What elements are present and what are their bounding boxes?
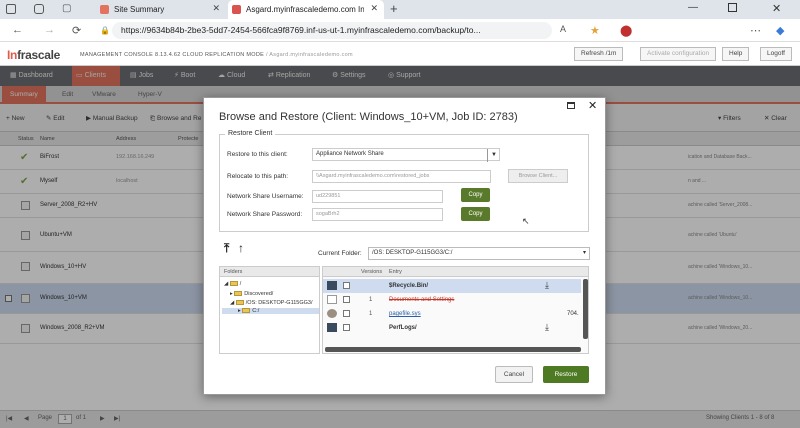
close-tab-icon[interactable]: ✕ bbox=[212, 3, 220, 14]
profile-icon[interactable] bbox=[6, 4, 16, 14]
maximize-icon[interactable] bbox=[567, 102, 575, 109]
file-checkbox[interactable] bbox=[343, 282, 350, 289]
file-row[interactable]: 1 pagefile.sys 704. bbox=[323, 307, 581, 321]
collections-icon[interactable] bbox=[34, 4, 44, 14]
folder-icon bbox=[242, 308, 251, 314]
copilot-icon[interactable]: ◆ bbox=[776, 24, 784, 37]
refresh-button[interactable]: Refresh /1m bbox=[574, 47, 624, 61]
restore-window-icon[interactable] bbox=[728, 3, 737, 12]
col-versions[interactable]: Versions bbox=[361, 269, 382, 275]
chevron-down-icon[interactable]: ▼ bbox=[487, 149, 500, 162]
forward-icon[interactable]: → bbox=[44, 24, 55, 36]
extension-icon[interactable]: ⬤ bbox=[620, 24, 632, 37]
console-info: MANAGEMENT CONSOLE 8.13.4.62 CLOUD REPLI… bbox=[80, 52, 353, 58]
file-checkbox[interactable] bbox=[343, 310, 350, 317]
folders-header: Folders bbox=[220, 267, 319, 277]
lock-icon: 🔒 bbox=[100, 26, 110, 35]
file-icon bbox=[327, 295, 337, 304]
copy-password-button[interactable]: Copy bbox=[461, 207, 490, 221]
file-row[interactable]: 1 Documents and Settings bbox=[323, 293, 581, 307]
folder-icon bbox=[229, 281, 238, 287]
vertical-scrollbar[interactable] bbox=[583, 279, 588, 339]
restore-button[interactable]: Restore bbox=[543, 366, 589, 383]
tree-node-c-drive[interactable]: ▸ C:/ bbox=[222, 308, 319, 314]
go-up-icon[interactable]: ↑ bbox=[238, 241, 244, 255]
tab-actions-icon[interactable]: ▢ bbox=[62, 3, 71, 14]
relocate-label: Relocate to this path: bbox=[227, 173, 289, 180]
password-field[interactable]: sogaBrh2 bbox=[312, 208, 443, 221]
go-top-icon[interactable]: ⤒ bbox=[224, 241, 229, 256]
address-bar-row: ← → ⟳ 🔒 https://9634b84b-2be3-5dd7-2454-… bbox=[0, 19, 800, 42]
browser-tab-bar: ▢ Site Summary ✕ Asgard.myinfrascalede​m… bbox=[0, 0, 800, 19]
system-file-icon bbox=[327, 309, 337, 318]
site-favicon-icon bbox=[232, 5, 241, 14]
browse-restore-dialog: Browse and Restore (Client: Windows_10+V… bbox=[203, 97, 606, 395]
browse-client-button[interactable]: Browse Client... bbox=[508, 169, 568, 183]
username-label: Network Share Username: bbox=[227, 193, 304, 200]
favorite-star-icon[interactable]: ★ bbox=[590, 24, 600, 37]
dialog-title: Browse and Restore (Client: Windows_10+V… bbox=[219, 111, 518, 123]
logoff-button[interactable]: Logoff bbox=[760, 47, 792, 61]
activate-configuration-button[interactable]: Activate configuration bbox=[640, 47, 717, 61]
horizontal-scrollbar[interactable] bbox=[325, 347, 581, 352]
files-header: Versions Entry bbox=[323, 267, 588, 277]
folder-dark-icon bbox=[327, 323, 337, 332]
col-entry[interactable]: Entry bbox=[389, 269, 402, 275]
close-icon[interactable]: ✕ bbox=[588, 99, 597, 112]
current-folder-select[interactable]: /OS: DESKTOP-G115GG3/C:/ ▾ bbox=[368, 247, 590, 260]
close-tab-icon[interactable]: ✕ bbox=[370, 3, 378, 14]
chevron-down-icon[interactable]: ▾ bbox=[583, 248, 586, 259]
restore-to-label: Restore to this client: bbox=[227, 151, 288, 158]
infrascale-logo: Infrascale bbox=[7, 48, 61, 62]
current-folder-label: Current Folder: bbox=[318, 250, 362, 257]
password-label: Network Share Password: bbox=[227, 211, 303, 218]
file-row[interactable]: PerfLogs/ ⤓ bbox=[323, 321, 581, 335]
download-icon[interactable]: ⤓ bbox=[545, 322, 549, 333]
minimize-window-icon[interactable]: — bbox=[688, 2, 698, 13]
copy-username-button[interactable]: Copy bbox=[461, 188, 490, 202]
tab-asgard[interactable]: Asgard.myinfrascalede​mo.com Inf... ✕ bbox=[228, 0, 384, 19]
username-field[interactable]: ud229851 bbox=[312, 190, 443, 203]
read-aloud-icon[interactable]: A bbox=[560, 24, 566, 34]
relocate-path-field[interactable]: \\Asgard.myinfrascaledemo.com\restored_j… bbox=[312, 170, 491, 183]
folder-dark-icon bbox=[327, 281, 337, 290]
help-button[interactable]: Help bbox=[722, 47, 750, 61]
browser-menu-icon[interactable]: ⋯ bbox=[750, 24, 761, 37]
mouse-cursor-icon: ↖ bbox=[522, 216, 530, 226]
file-checkbox[interactable] bbox=[343, 324, 350, 331]
folder-icon bbox=[234, 291, 243, 297]
close-window-icon[interactable]: ✕ bbox=[772, 2, 781, 15]
tree-node-os-desktop[interactable]: ◢ /OS: DESKTOP-G115GG3/ bbox=[230, 300, 313, 306]
restore-client-fieldset: Restore Client Restore to this client: A… bbox=[219, 130, 589, 232]
reload-icon[interactable]: ⟳ bbox=[72, 24, 81, 37]
site-favicon-icon bbox=[100, 5, 109, 14]
restore-to-select[interactable]: Appliance Network Share ▼ bbox=[312, 148, 500, 162]
tree-node-root[interactable]: ◢ / bbox=[224, 281, 241, 287]
files-panel: Versions Entry $Recycle.Bin/ ⤓ 1 Documen… bbox=[322, 266, 589, 354]
cancel-button[interactable]: Cancel bbox=[495, 366, 533, 383]
file-checkbox[interactable] bbox=[343, 296, 350, 303]
file-row[interactable]: $Recycle.Bin/ ⤓ bbox=[323, 279, 581, 293]
tree-node-discovered[interactable]: ▸ Discovered/ bbox=[230, 291, 273, 297]
fieldset-legend: Restore Client bbox=[225, 130, 276, 137]
new-tab-icon[interactable]: + bbox=[390, 1, 398, 16]
back-icon[interactable]: ← bbox=[12, 24, 23, 36]
app-header: Infrascale MANAGEMENT CONSOLE 8.13.4.62 … bbox=[0, 42, 800, 66]
download-icon[interactable]: ⤓ bbox=[545, 280, 549, 291]
folder-icon bbox=[235, 300, 244, 306]
folders-tree-panel: Folders ◢ / ▸ Discovered/ ◢ /OS: DESKTOP… bbox=[219, 266, 320, 354]
url-field[interactable]: https://9634b84b-2be3-5dd7-2454-566fca9f… bbox=[112, 22, 552, 39]
tab-site-summary[interactable]: Site Summary ✕ bbox=[96, 0, 226, 19]
